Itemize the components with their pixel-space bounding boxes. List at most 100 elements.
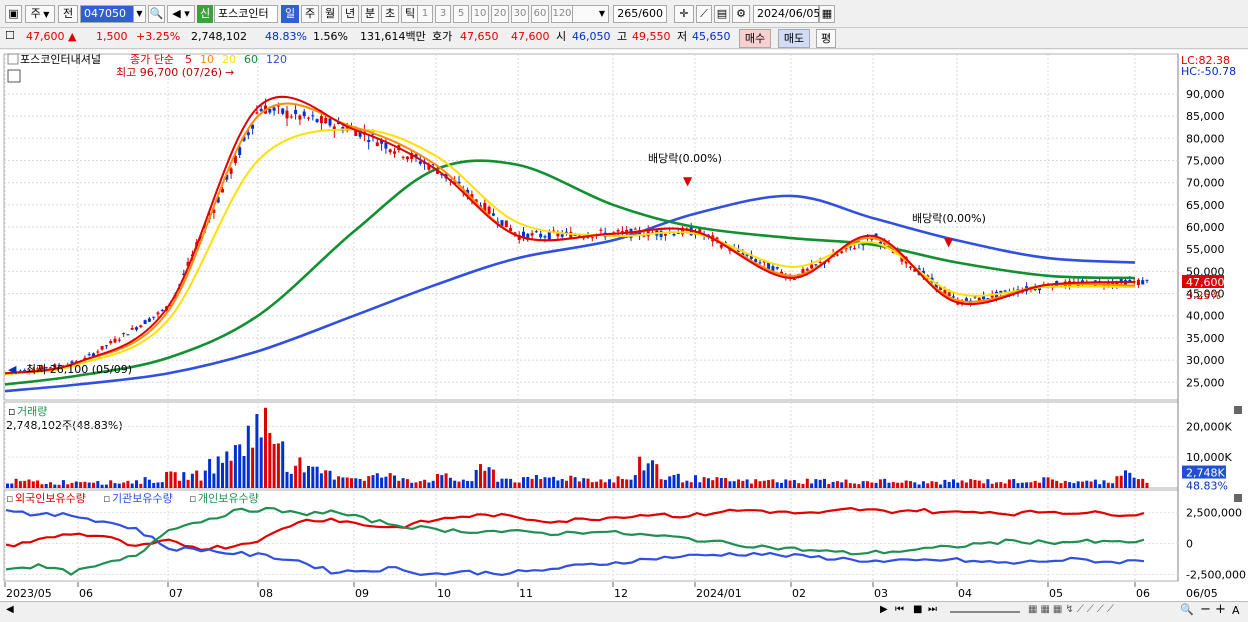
interval-120[interactable]: 120 bbox=[551, 5, 573, 23]
volume-bar bbox=[711, 480, 715, 488]
volume-bar bbox=[165, 471, 169, 488]
volume-bar bbox=[801, 483, 805, 488]
volume-bar bbox=[719, 477, 723, 488]
interval-5[interactable]: 5 bbox=[453, 5, 469, 23]
interval-1[interactable]: 1 bbox=[417, 5, 433, 23]
options-icon[interactable]: ☐ bbox=[5, 29, 15, 43]
volume-bar bbox=[186, 479, 190, 488]
buy-button[interactable]: 매수 bbox=[739, 29, 771, 48]
volume-bar bbox=[1020, 482, 1024, 488]
interval-10[interactable]: 10 bbox=[471, 5, 489, 23]
volume-bar bbox=[255, 414, 259, 488]
count-input[interactable]: 265/600 bbox=[613, 5, 667, 23]
volume-bar bbox=[973, 479, 977, 488]
eval-button[interactable]: 평 bbox=[816, 29, 836, 48]
speaker-icon[interactable]: ◀ ▾ bbox=[167, 5, 195, 23]
dividend-label-2: 배당락(0.00%) bbox=[912, 212, 986, 225]
volume-bar bbox=[49, 482, 52, 488]
search-icon[interactable]: 🔍 bbox=[148, 5, 165, 23]
volume-bar bbox=[685, 480, 689, 488]
candle-body bbox=[388, 149, 392, 153]
period-2[interactable]: 월 bbox=[321, 5, 339, 23]
period-0[interactable]: 일 bbox=[281, 5, 299, 23]
volume-bar bbox=[83, 481, 87, 488]
volume-bar bbox=[943, 479, 947, 488]
scroll-left-icon[interactable]: ◀ bbox=[6, 604, 14, 615]
volume-tag-pct: 48.83% bbox=[1186, 480, 1228, 493]
x-tick-label: 09 bbox=[355, 587, 369, 600]
crosshair-icon[interactable]: ✛ bbox=[674, 5, 694, 23]
candle-body bbox=[1145, 279, 1149, 281]
type-select[interactable]: 주 ▼ bbox=[25, 5, 55, 23]
volume-bar bbox=[74, 481, 78, 488]
volume-bar bbox=[904, 480, 908, 488]
zoom-in-icon[interactable]: + bbox=[1215, 602, 1226, 617]
period-4[interactable]: 분 bbox=[361, 5, 379, 23]
candle-body bbox=[375, 142, 379, 146]
nav-last-icon[interactable]: ⏭ bbox=[928, 604, 937, 615]
nav-stop-icon[interactable]: ■ bbox=[913, 604, 922, 615]
gear-icon[interactable]: ⚙ bbox=[732, 5, 750, 23]
nav-first-icon[interactable]: ⏮ bbox=[895, 604, 904, 615]
volume-bar bbox=[749, 483, 753, 488]
price-tick-label: 90,000 bbox=[1186, 88, 1225, 101]
tool-icons[interactable]: ▦▦▦↯⟋⟋⟋⟋ bbox=[1028, 604, 1117, 615]
volume-bar bbox=[939, 484, 943, 488]
candle-body bbox=[281, 108, 285, 114]
dividend-arrow-icon-2: ▼ bbox=[944, 235, 954, 249]
auto-icon[interactable]: A bbox=[1232, 604, 1240, 617]
candle-body bbox=[367, 139, 371, 143]
candle-body bbox=[775, 267, 779, 269]
zoom-icon[interactable]: 🔍 bbox=[1180, 603, 1194, 616]
window-icon[interactable]: ▣ bbox=[5, 5, 22, 23]
interval-3[interactable]: 3 bbox=[435, 5, 451, 23]
candle-body bbox=[539, 233, 543, 238]
volume-bar bbox=[1115, 476, 1119, 488]
volume-bar bbox=[160, 482, 164, 488]
volume-bar bbox=[375, 473, 379, 488]
flow-legend-institution: 기관보유수량 bbox=[112, 492, 173, 505]
period-1[interactable]: 주 bbox=[301, 5, 319, 23]
zoom-slider[interactable] bbox=[950, 611, 1020, 613]
draw-line-icon[interactable]: ⟋ bbox=[696, 5, 712, 23]
volume-bar bbox=[990, 483, 994, 488]
chart-area[interactable]: 25,00030,00035,00040,00045,00050,00055,0… bbox=[0, 50, 1248, 601]
interval-dropdown-icon[interactable]: ▼ bbox=[571, 5, 609, 23]
panel-frame-1 bbox=[3, 401, 1179, 489]
candle-body bbox=[246, 132, 250, 136]
volume-bar bbox=[599, 479, 603, 488]
series-name: 포스코인터내셔널 bbox=[20, 53, 101, 66]
interval-60[interactable]: 60 bbox=[531, 5, 549, 23]
code-dropdown-icon[interactable]: ▼ bbox=[133, 5, 146, 23]
interval-20[interactable]: 20 bbox=[491, 5, 509, 23]
volume-ratio: 48.83% bbox=[265, 30, 307, 43]
x-tick-label: 06 bbox=[1136, 587, 1150, 600]
volume-bar bbox=[547, 477, 551, 488]
volume-bar bbox=[831, 481, 835, 488]
save-icon[interactable]: ▤ bbox=[714, 5, 730, 23]
volume-bar bbox=[921, 481, 925, 488]
volume-bar bbox=[982, 483, 986, 488]
zoom-out-icon[interactable]: − bbox=[1200, 602, 1211, 617]
period-5[interactable]: 초 bbox=[381, 5, 399, 23]
volume-bar bbox=[212, 473, 216, 488]
date-input[interactable]: 2024/06/05 bbox=[753, 5, 820, 23]
x-tick-label: 07 bbox=[169, 587, 183, 600]
candle-body bbox=[143, 320, 147, 325]
scroll-bar[interactable]: ◀ ▶ ⏮ ■ ⏭ ▦▦▦↯⟋⟋⟋⟋ 🔍 − + A bbox=[0, 601, 1248, 622]
interval-30[interactable]: 30 bbox=[511, 5, 529, 23]
volume-bar bbox=[857, 484, 861, 488]
volume-bar bbox=[109, 480, 113, 488]
volume-bar bbox=[556, 480, 560, 488]
calendar-icon[interactable]: ▦ bbox=[819, 5, 835, 23]
period-3[interactable]: 년 bbox=[341, 5, 359, 23]
market-select[interactable]: 전 bbox=[58, 5, 78, 23]
volume-bar bbox=[522, 477, 525, 488]
candle-body bbox=[818, 261, 822, 263]
scroll-right-icon[interactable]: ▶ bbox=[880, 604, 888, 615]
open-label: 시 bbox=[556, 30, 567, 43]
volume-bar bbox=[724, 478, 728, 488]
volume-bar bbox=[440, 475, 444, 488]
sell-button[interactable]: 매도 bbox=[778, 29, 810, 48]
volume-tag: 2,748K bbox=[1186, 467, 1225, 480]
